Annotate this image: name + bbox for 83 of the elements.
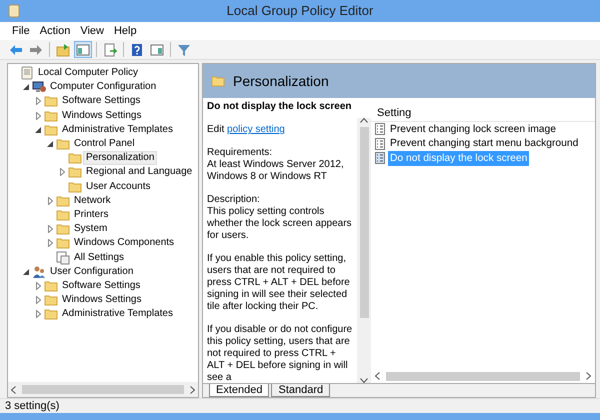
collapsed-arrow-icon[interactable] — [48, 196, 52, 205]
collapsed-arrow-icon[interactable] — [48, 239, 52, 248]
folder-icon — [211, 74, 225, 88]
tree-item[interactable]: All Settings — [71, 250, 128, 265]
expanded-arrow-icon[interactable] — [35, 126, 41, 133]
policy-title: Do not display the lock screen — [207, 101, 352, 113]
tree-item[interactable]: System — [71, 222, 110, 236]
description-text: Description: This policy setting controls whether the lock screen appears for users. — [207, 194, 353, 242]
folder-icon — [44, 307, 58, 322]
tree-item[interactable]: Computer Configuration — [47, 80, 160, 94]
scroll-right-icon — [190, 386, 195, 394]
tree-item[interactable]: Regional and Language — [83, 165, 196, 180]
folder-icon — [44, 94, 58, 108]
setting-row[interactable]: Prevent changing start menu background — [388, 136, 580, 152]
tree-item[interactable]: Administrative Templates — [59, 307, 176, 322]
folder-icon — [44, 293, 58, 308]
folder-icon — [56, 137, 70, 152]
folder-icon — [56, 236, 70, 250]
policy-document-icon — [375, 138, 385, 150]
tree-item[interactable]: Network — [71, 194, 114, 208]
scrollbar-thumb[interactable] — [360, 127, 368, 318]
collapsed-arrow-icon[interactable] — [36, 97, 40, 106]
folder-up-button[interactable] — [54, 41, 72, 58]
tree-item[interactable]: User Accounts — [83, 180, 154, 194]
scroll-down-icon — [360, 378, 368, 383]
folder-icon — [68, 165, 82, 180]
collapsed-arrow-icon[interactable] — [36, 296, 40, 304]
folder-icon — [44, 108, 58, 123]
header-title: Personalization — [233, 72, 329, 90]
tree-item[interactable]: Administrative Templates — [59, 122, 176, 137]
tree-item[interactable]: Control Panel — [71, 137, 138, 152]
pane-button[interactable] — [74, 41, 92, 58]
tree-item[interactable]: Windows Settings — [59, 293, 144, 308]
scroll-right-icon — [586, 372, 591, 380]
computer-user-icon — [32, 80, 46, 94]
tree-item[interactable]: Software Settings — [59, 278, 144, 293]
collapsed-arrow-icon[interactable] — [48, 225, 52, 234]
tree-item[interactable]: Windows Components — [71, 236, 178, 250]
tree-item[interactable]: Printers — [71, 208, 112, 222]
tree-item[interactable]: Windows Settings — [59, 108, 144, 123]
tree-item[interactable]: User Configuration — [47, 264, 136, 279]
tree-item[interactable]: Software Settings — [59, 94, 144, 108]
expanded-arrow-icon[interactable] — [23, 268, 29, 275]
description-text: If you disable or do not configure this policy setting, users that are not required to press CTRL + ALT + DEL before signing in will see a — [207, 324, 354, 384]
folder-icon — [68, 180, 82, 194]
scroll-left-icon — [375, 372, 380, 380]
folder-icon — [44, 278, 58, 293]
users-icon — [32, 264, 46, 279]
policy-setting-link[interactable]: policy setting — [227, 124, 285, 135]
description-text: Requirements: At least Windows Server 2012, Windows 8 or Windows RT — [207, 147, 345, 183]
scroll-left-icon — [11, 386, 16, 394]
folder-icon — [56, 222, 70, 236]
collapsed-arrow-icon[interactable] — [36, 282, 40, 290]
menu-item[interactable]: Help — [110, 22, 141, 40]
tree-item[interactable]: Local Computer Policy — [35, 66, 142, 80]
expanded-arrow-icon[interactable] — [47, 141, 53, 148]
menu-item[interactable]: File — [8, 22, 34, 40]
scroll-icon — [20, 66, 34, 80]
settings-list-icon — [56, 250, 70, 265]
scroll-up-icon — [360, 118, 368, 123]
collapsed-arrow-icon[interactable] — [60, 168, 64, 176]
view-tab[interactable]: Extended — [209, 384, 270, 397]
edit-label: Edit — [207, 124, 226, 135]
setting-row[interactable]: Prevent changing lock screen image — [388, 122, 558, 137]
menu-item[interactable]: Action — [36, 22, 74, 40]
description-text: If you enable this policy setting, users that are not required to press CTRL + ALT + DEL before signing in will see their selected tile after locking their PC. — [207, 253, 351, 313]
policy-document-icon — [375, 152, 385, 164]
scrollbar-thumb[interactable] — [22, 385, 184, 394]
scroll-icon — [7, 4, 21, 18]
tree-item[interactable]: Personalization — [83, 151, 158, 166]
scrollbar-thumb[interactable] — [386, 372, 580, 380]
folder-icon — [56, 208, 70, 222]
view-tab[interactable]: Standard — [271, 384, 330, 397]
folder-icon — [56, 194, 70, 208]
status-text: 3 setting(s) — [5, 398, 60, 414]
menu-item[interactable]: View — [76, 22, 108, 40]
column-header[interactable]: Setting — [377, 104, 412, 121]
policy-document-icon — [375, 123, 385, 136]
folder-icon — [44, 122, 58, 137]
collapsed-arrow-icon[interactable] — [36, 310, 40, 318]
expanded-arrow-icon[interactable] — [23, 84, 29, 90]
collapsed-arrow-icon[interactable] — [36, 112, 40, 120]
window-title: Local Group Policy Editor — [226, 2, 374, 20]
